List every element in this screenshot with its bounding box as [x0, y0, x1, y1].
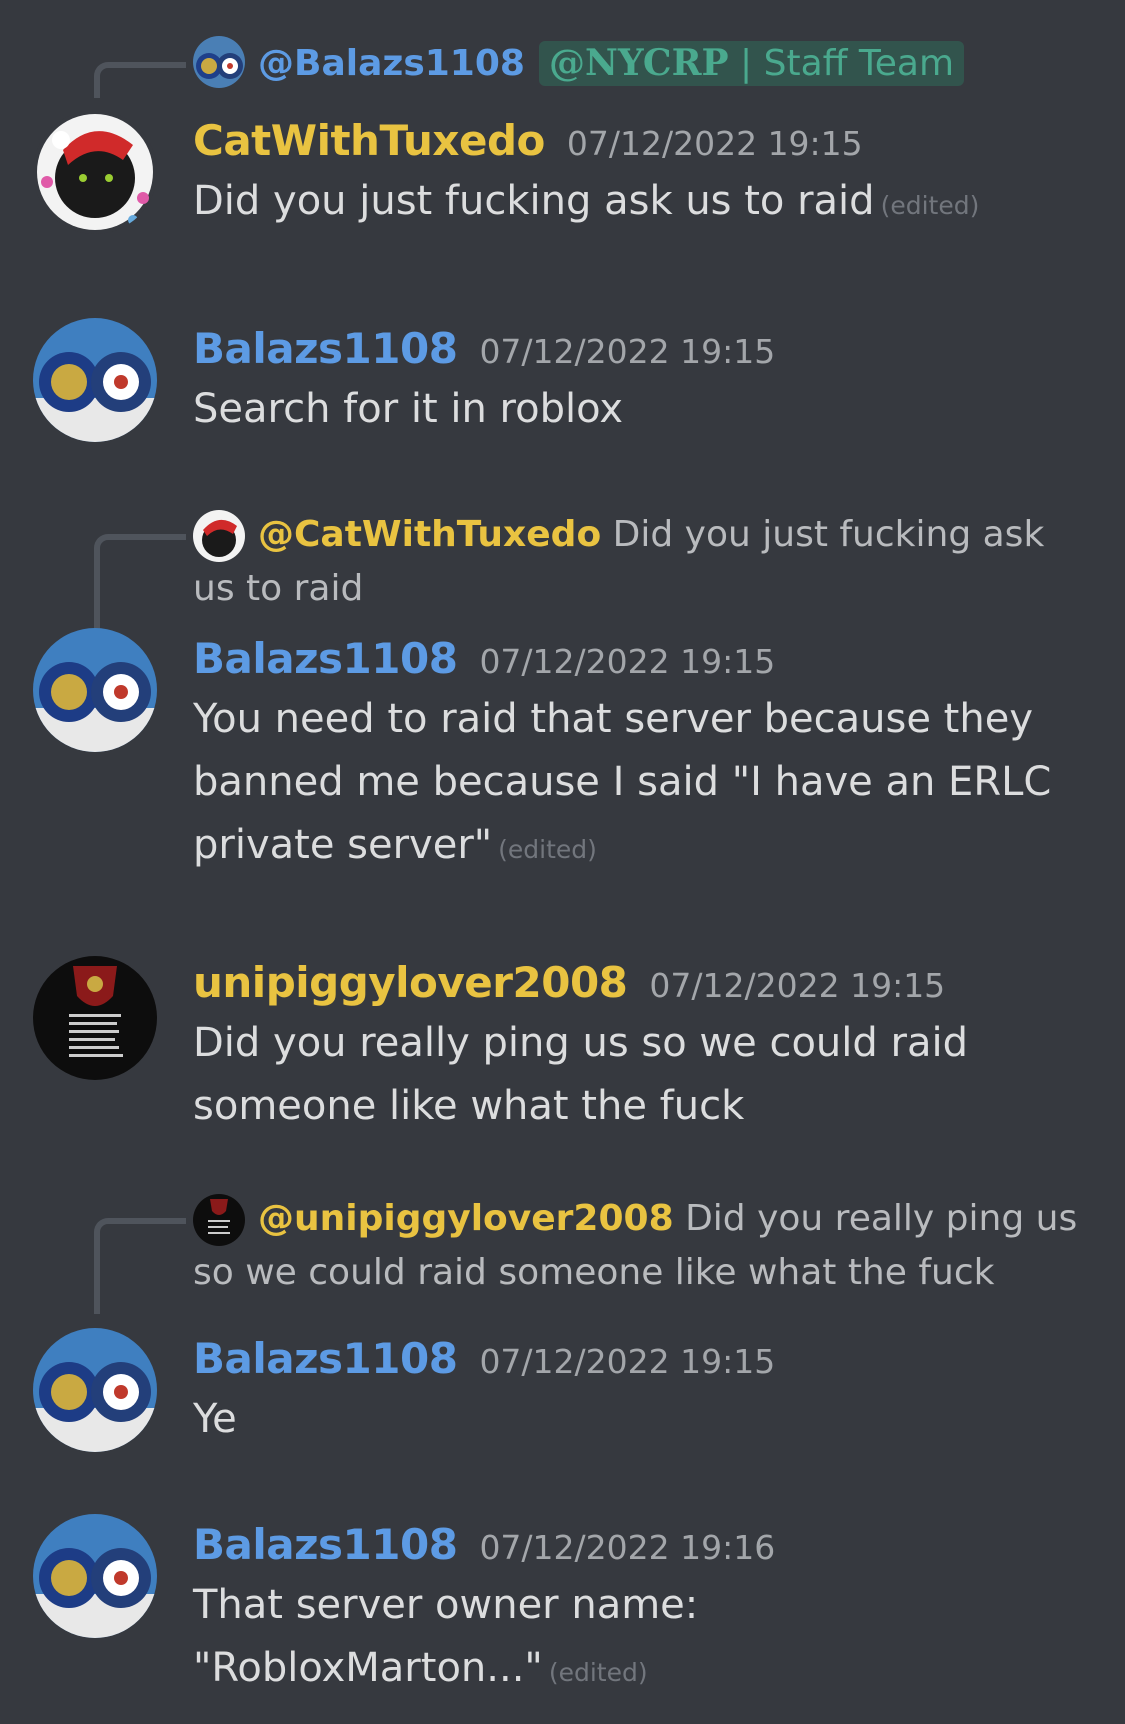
- message-text: You need to raid that server because the…: [193, 696, 1052, 868]
- timestamp: 07/12/2022 19:16: [479, 1528, 776, 1567]
- avatar-balazs1108[interactable]: [33, 1328, 157, 1452]
- author-name[interactable]: unipiggylover2008: [193, 958, 628, 1007]
- edited-label: (edited): [880, 191, 980, 220]
- reply-connector: [94, 534, 186, 630]
- edited-label: (edited): [548, 1658, 648, 1687]
- timestamp: 07/12/2022 19:15: [479, 642, 776, 681]
- reply-mention[interactable]: @unipiggylover2008: [258, 1198, 674, 1239]
- author-name[interactable]: CatWithTuxedo: [193, 116, 545, 165]
- avatar-balazs1108[interactable]: [33, 318, 157, 442]
- reply-connector: [94, 62, 186, 98]
- author-name[interactable]: Balazs1108: [193, 1520, 458, 1569]
- avatar-catwithtuxedo[interactable]: [33, 110, 157, 234]
- message-text: Search for it in roblox: [193, 386, 623, 432]
- author-name[interactable]: Balazs1108: [193, 634, 458, 683]
- role-separator: |: [740, 43, 753, 84]
- timestamp: 07/12/2022 19:15: [479, 1342, 776, 1381]
- role-prefix: @NYCRP: [548, 42, 729, 84]
- reply-mention[interactable]: @Balazs1108: [258, 43, 525, 84]
- author-name[interactable]: Balazs1108: [193, 324, 458, 373]
- message-text: Did you just fucking ask us to raid: [193, 178, 875, 224]
- author-name[interactable]: Balazs1108: [193, 1334, 458, 1383]
- timestamp: 07/12/2022 19:15: [479, 332, 776, 371]
- chat-log: @Balazs1108 @NYCRP | Staff Team CatWithTu…: [0, 0, 1125, 1724]
- timestamp: 07/12/2022 19:15: [566, 124, 863, 163]
- reply-connector: [94, 1218, 186, 1314]
- avatar-balazs1108[interactable]: [33, 1514, 157, 1638]
- role-name: Staff Team: [763, 43, 955, 84]
- timestamp: 07/12/2022 19:15: [649, 966, 946, 1005]
- reply-mention[interactable]: @CatWithTuxedo: [258, 514, 601, 555]
- edited-label: (edited): [498, 835, 597, 864]
- avatar-unipiggylover2008[interactable]: [33, 956, 157, 1080]
- message-text: Did you really ping us so we could raid …: [193, 1020, 968, 1129]
- message-text: Ye: [193, 1396, 237, 1442]
- role-mention[interactable]: @NYCRP | Staff Team: [538, 41, 965, 86]
- avatar-balazs1108[interactable]: [33, 628, 157, 752]
